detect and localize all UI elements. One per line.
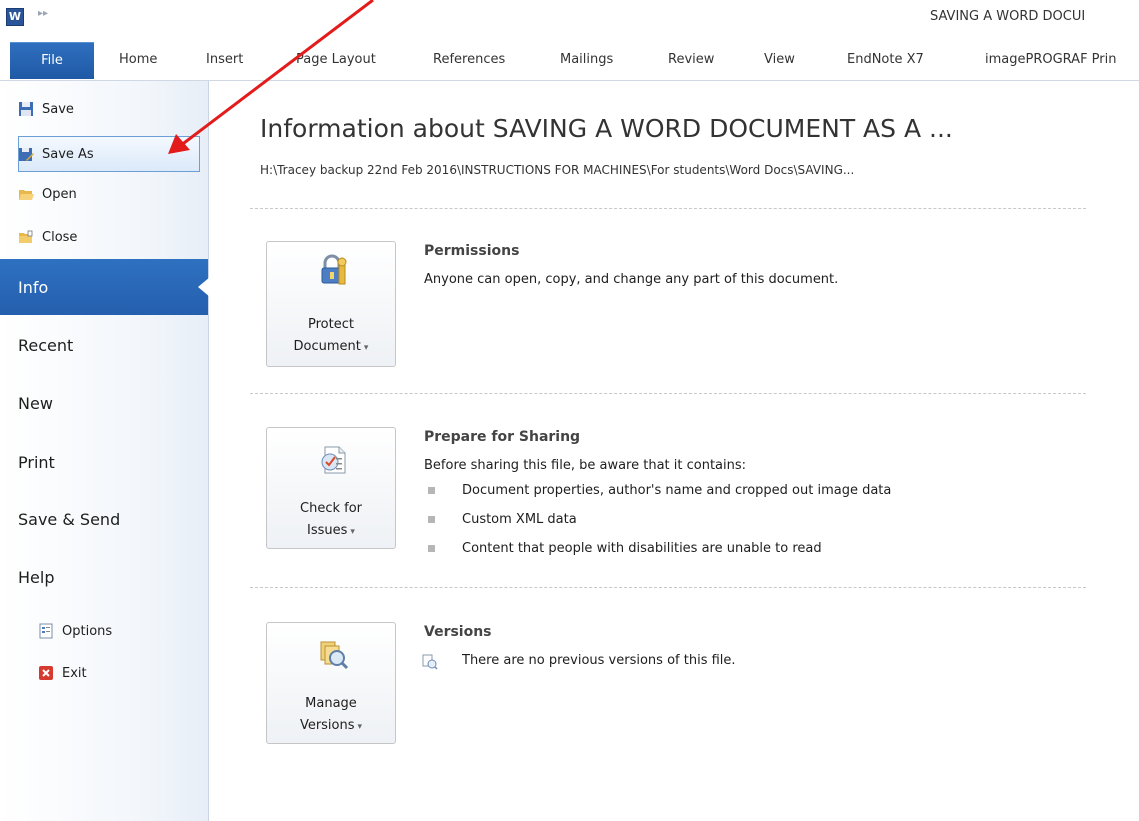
manage-versions-label-2: Versions ▾ [299, 718, 363, 733]
nav-save-and-send[interactable]: Save & Send [18, 510, 120, 529]
bullet-icon [428, 487, 435, 494]
protect-document-label-2: Document ▾ [293, 339, 369, 354]
prepare-for-sharing-heading: Prepare for Sharing [424, 429, 581, 445]
nav-print[interactable]: Print [18, 453, 55, 472]
options-icon [38, 623, 54, 639]
manage-versions-label-1: Manage [305, 696, 357, 711]
prepare-for-sharing-text: Before sharing this file, be aware that … [424, 458, 747, 473]
protect-document-button[interactable]: Protect Document ▾ [266, 241, 396, 367]
info-selection-notch [198, 277, 210, 297]
title-bar: W ▸▸ SAVING A WORD DOCUI [0, 0, 1139, 41]
check-for-issues-label-2: Issues ▾ [307, 523, 355, 538]
save-as-label: Save As [42, 146, 94, 162]
tab-home[interactable]: Home [119, 52, 157, 67]
manage-versions-button[interactable]: Manage Versions ▾ [266, 622, 396, 744]
sharing-item: Content that people with disabilities ar… [462, 541, 822, 556]
close-command[interactable]: Close [18, 225, 77, 249]
permissions-heading: Permissions [424, 243, 520, 259]
info-title: Information about SAVING A WORD DOCUMENT… [260, 114, 953, 143]
tab-page-layout[interactable]: Page Layout [296, 52, 376, 67]
close-label: Close [42, 229, 78, 245]
tab-imageprograf[interactable]: imagePROGRAF Prin [985, 52, 1117, 67]
check-for-issues-button[interactable]: Check for Issues ▾ [266, 427, 396, 549]
checklist-icon [317, 444, 349, 476]
permissions-text: Anyone can open, copy, and change any pa… [424, 272, 839, 287]
dropdown-arrow-icon: ▾ [363, 343, 369, 353]
window-title: SAVING A WORD DOCUI [930, 9, 1086, 24]
sharing-item: Custom XML data [462, 512, 577, 527]
divider [250, 208, 1086, 209]
bullet-icon [428, 516, 435, 523]
dropdown-arrow-icon: ▾ [350, 527, 355, 537]
document-path: H:\Tracey backup 22nd Feb 2016\INSTRUCTI… [260, 163, 855, 177]
tab-references[interactable]: References [433, 52, 505, 67]
tab-insert[interactable]: Insert [206, 52, 243, 67]
options-label: Options [62, 623, 113, 639]
exit-command[interactable]: Exit [38, 661, 87, 685]
tab-view[interactable]: View [764, 52, 795, 67]
word-app-icon[interactable]: W [6, 8, 24, 26]
tab-mailings[interactable]: Mailings [560, 52, 613, 67]
nav-help[interactable]: Help [18, 568, 54, 587]
save-icon [18, 101, 34, 117]
lock-key-icon [317, 254, 349, 286]
nav-recent[interactable]: Recent [18, 336, 73, 355]
check-for-issues-label-1: Check for [300, 501, 362, 516]
sharing-item: Document properties, author's name and c… [462, 483, 892, 498]
nav-info[interactable]: Info [18, 278, 48, 297]
bullet-icon [428, 545, 435, 552]
divider [250, 393, 1086, 394]
open-folder-icon [18, 186, 34, 202]
options-command[interactable]: Options [38, 619, 112, 643]
ribbon-tabs: Home Insert Page Layout References Maili… [0, 40, 1139, 81]
open-command[interactable]: Open [18, 182, 77, 206]
tab-endnote[interactable]: EndNote X7 [847, 52, 924, 67]
nav-new[interactable]: New [18, 394, 53, 413]
save-as-icon [18, 146, 34, 162]
tab-review[interactable]: Review [668, 52, 714, 67]
save-as-command[interactable]: Save As [18, 142, 94, 166]
dropdown-arrow-icon: ▾ [357, 722, 363, 732]
save-command[interactable]: Save [18, 97, 74, 121]
versions-text: There are no previous versions of this f… [462, 653, 736, 668]
open-label: Open [42, 186, 77, 202]
exit-icon [38, 665, 54, 681]
divider [250, 587, 1086, 588]
versions-icon [317, 639, 349, 671]
no-versions-icon [422, 654, 438, 670]
versions-heading: Versions [424, 624, 492, 640]
exit-label: Exit [62, 665, 87, 681]
save-label: Save [42, 101, 74, 117]
tab-file[interactable]: File [10, 42, 94, 79]
protect-document-label-1: Protect [308, 317, 354, 332]
close-folder-icon [18, 229, 34, 245]
quick-access-toolbar-chevron-icon[interactable]: ▸▸ [38, 8, 48, 19]
